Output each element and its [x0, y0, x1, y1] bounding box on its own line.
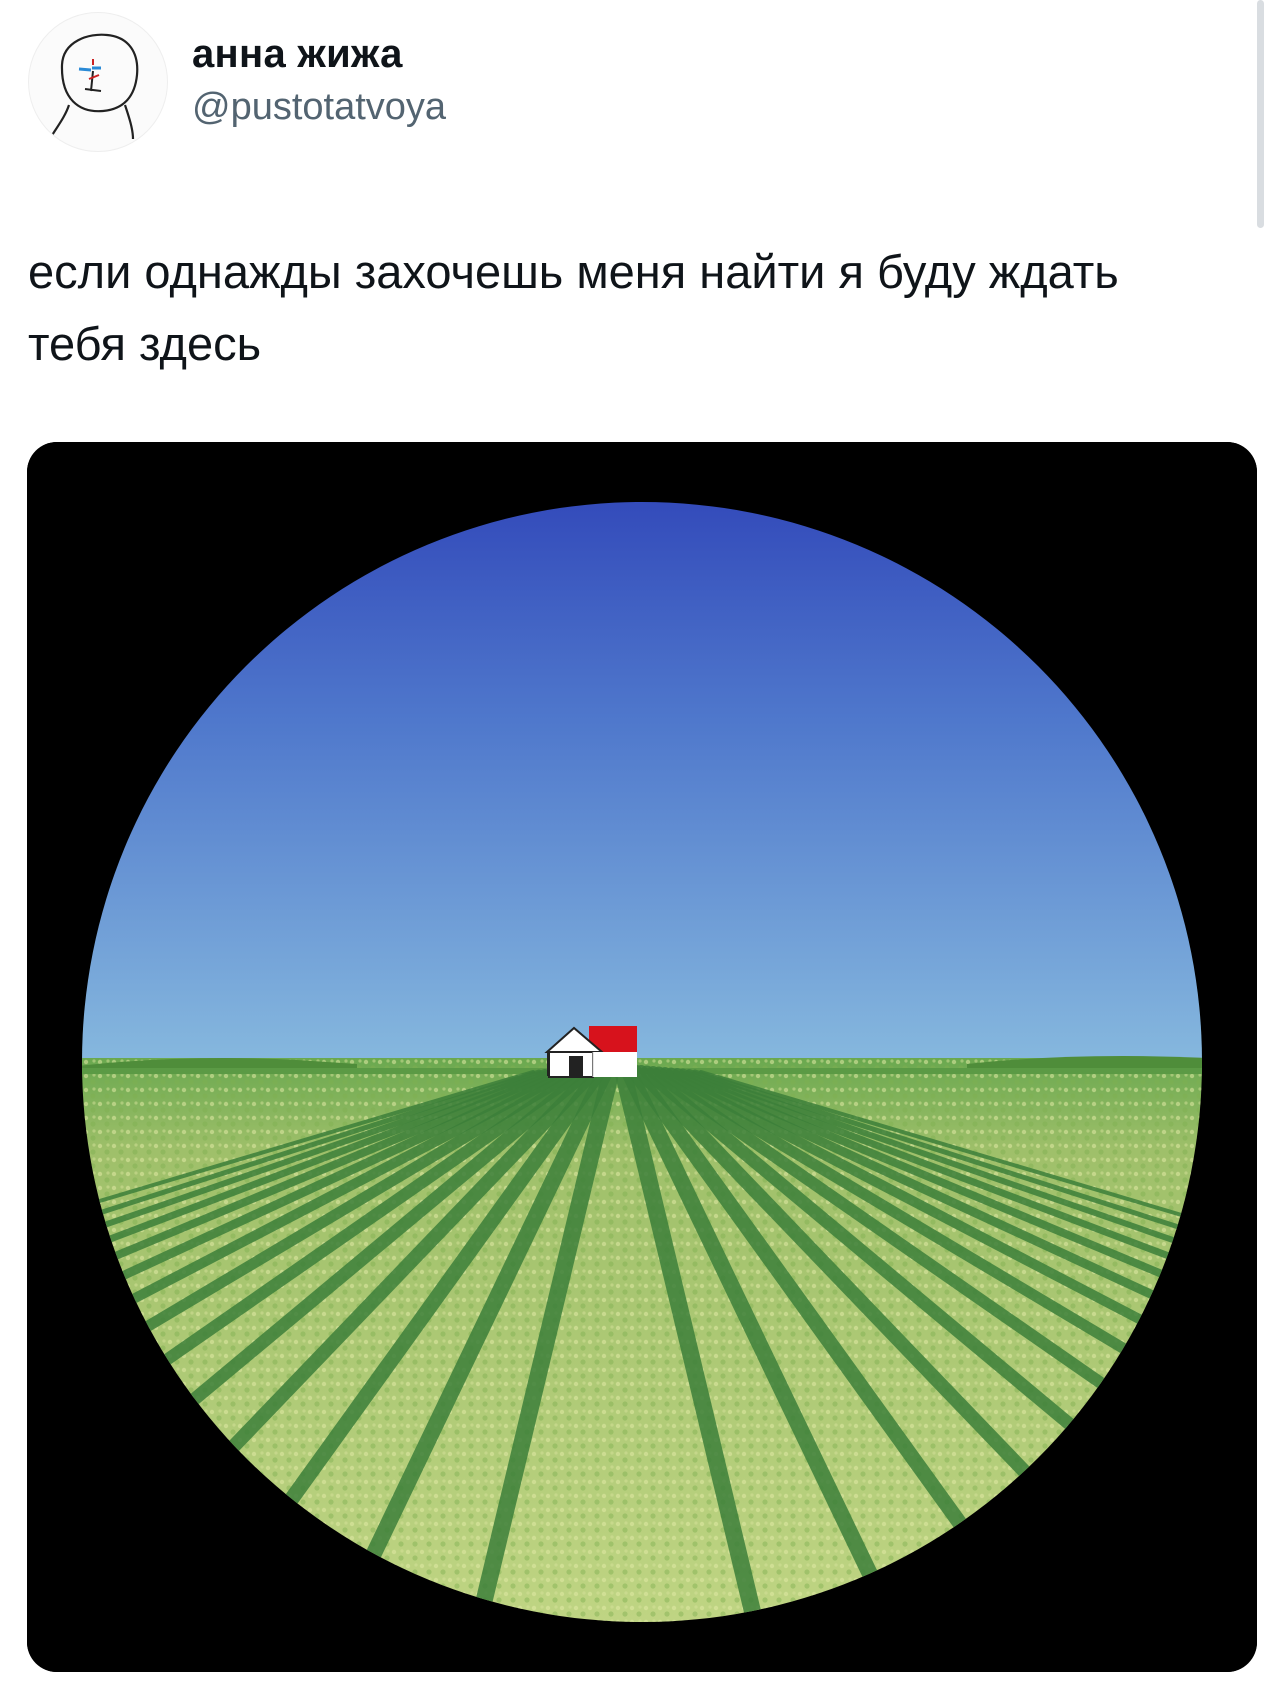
face-doodle-icon: [50, 33, 139, 140]
tweet-author: анна жижа @pustotatvoya: [192, 30, 446, 130]
author-display-name[interactable]: анна жижа: [192, 30, 446, 78]
scrollbar[interactable]: [1257, 0, 1264, 228]
tweet-media-image[interactable]: [27, 442, 1257, 1672]
author-handle[interactable]: @pustotatvoya: [192, 84, 446, 130]
field-house-circle-image: [27, 442, 1257, 1672]
tweet-text: если однажды захочешь меня найти я буду …: [28, 245, 1119, 370]
tweet-card: анна жижа @pustotatvoya если однажды зах…: [0, 0, 1284, 1708]
avatar[interactable]: [28, 12, 168, 152]
